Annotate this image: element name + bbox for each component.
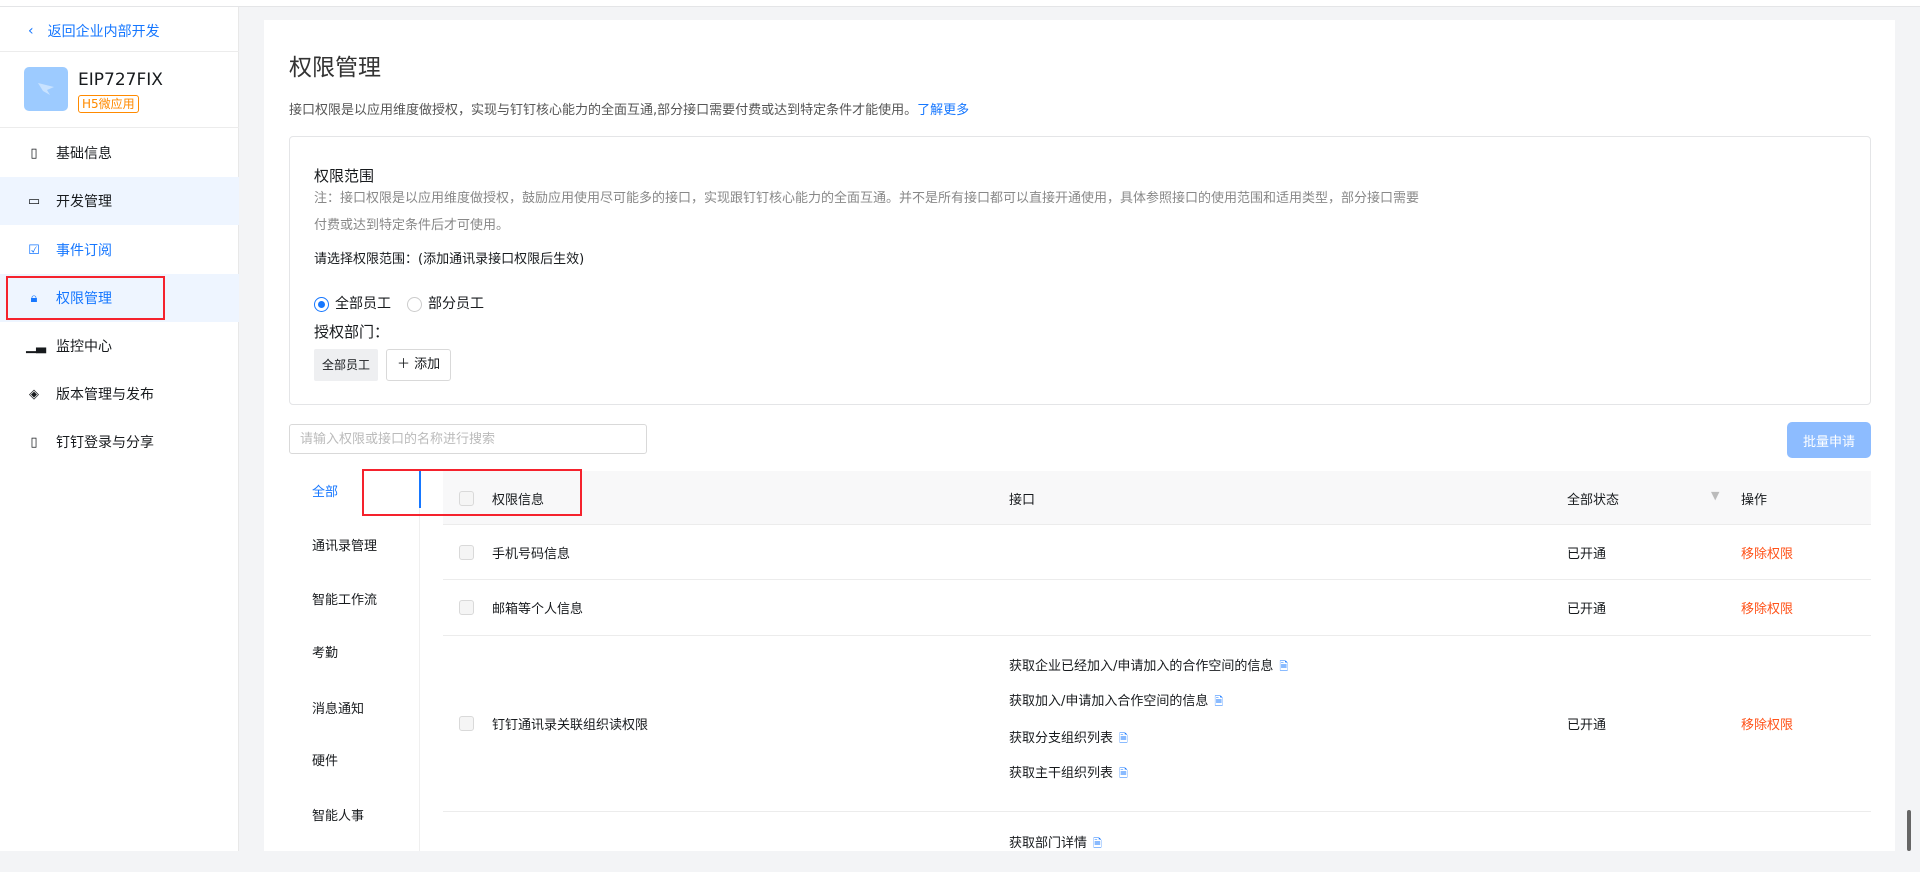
- dept-tag: 全部员工: [314, 349, 379, 381]
- api-item[interactable]: 获取企业已经加入/申请加入的合作空间的信息 🗎: [1009, 655, 1288, 677]
- remove-permission-link[interactable]: 移除权限: [1741, 598, 1793, 617]
- phone-share-icon: ▯: [30, 434, 38, 450]
- radio-unchecked-icon: [407, 296, 422, 312]
- category-all[interactable]: 全部: [312, 481, 338, 500]
- divider: [0, 127, 239, 128]
- bar-chart-icon: ▁▃: [26, 338, 46, 354]
- doc-icon[interactable]: 🗎: [1279, 660, 1288, 673]
- header-status[interactable]: 全部状态: [1567, 489, 1619, 508]
- back-link[interactable]: ‹ 返回企业内部开发: [28, 21, 160, 41]
- batch-apply-button[interactable]: 批量申请: [1787, 422, 1871, 458]
- api-item[interactable]: 获取分支组织列表 🗎: [1009, 727, 1128, 749]
- sidebar-item-dev-management[interactable]: ▭ 开发管理: [0, 177, 239, 225]
- highlight-box: [6, 276, 165, 320]
- api-item[interactable]: 获取加入/申请加入合作空间的信息 🗎: [1009, 690, 1223, 712]
- sidebar: ‹ 返回企业内部开发 EIP727FIX H5微应用 ▯ 基础信息 ▭ 开发管理 ☑ 事…: [0, 7, 239, 851]
- radio-all-employees[interactable]: 全部员工: [314, 293, 391, 313]
- status-text: 已开通: [1567, 602, 1607, 617]
- highlight-box: [362, 469, 582, 516]
- table-header: 权限信息 接口 全部状态 ▼ 操作: [443, 471, 1871, 525]
- add-dept-button[interactable]: ＋ 添加: [386, 349, 452, 381]
- doc-icon[interactable]: 🗎: [1093, 837, 1102, 850]
- top-bar: [0, 0, 1920, 7]
- document-icon: ▯: [30, 145, 38, 161]
- doc-icon[interactable]: 🗎: [1214, 695, 1223, 708]
- plus-icon: ＋: [397, 357, 415, 372]
- row-checkbox[interactable]: [459, 545, 474, 560]
- learn-more-link[interactable]: 了解更多: [917, 103, 969, 118]
- remove-permission-link[interactable]: 移除权限: [1741, 714, 1793, 733]
- row-checkbox[interactable]: [459, 600, 474, 615]
- chevron-left-icon: ‹: [28, 23, 34, 39]
- radio-checked-icon: [314, 296, 329, 312]
- api-item[interactable]: 获取主干组织列表 🗎: [1009, 762, 1128, 784]
- permission-name: 钉钉通讯录关联组织读权限: [492, 718, 649, 733]
- row-checkbox[interactable]: [459, 716, 474, 731]
- sidebar-item-login-share[interactable]: ▯ 钉钉登录与分享: [0, 418, 239, 466]
- table-row: 手机号码信息 已开通 移除权限: [443, 525, 1871, 580]
- category-contacts[interactable]: 通讯录管理: [312, 535, 377, 554]
- radio-partial-employees[interactable]: 部分员工: [407, 293, 484, 313]
- status-text: 已开通: [1567, 718, 1607, 733]
- category-divider: [419, 471, 420, 851]
- table-row: 获取部门详情 🗎: [443, 812, 1871, 872]
- status-text: 已开通: [1567, 547, 1607, 562]
- scope-card: 权限范围 注：接口权限是以应用维度做授权，鼓励应用使用尽可能多的接口，实现跟钉钉…: [289, 136, 1871, 405]
- page-description: 接口权限是以应用维度做授权，实现与钉钉核心能力的全面互通,部分接口需要付费或达到…: [289, 103, 970, 118]
- remove-permission-link[interactable]: 移除权限: [1741, 543, 1793, 562]
- sidebar-item-version-release[interactable]: ◈ 版本管理与发布: [0, 370, 239, 418]
- scrollbar[interactable]: [1907, 810, 1911, 851]
- scope-title: 权限范围: [314, 167, 375, 185]
- category-workflow[interactable]: 智能工作流: [312, 589, 377, 608]
- divider: [0, 51, 239, 52]
- page-title: 权限管理: [289, 55, 381, 81]
- category-messages[interactable]: 消息通知: [312, 698, 364, 717]
- category-hr[interactable]: 智能人事: [312, 805, 364, 824]
- category-attendance[interactable]: 考勤: [312, 642, 338, 661]
- table-row: 钉钉通讯录关联组织读权限 获取企业已经加入/申请加入的合作空间的信息 🗎 获取加入…: [443, 636, 1871, 812]
- subscribe-icon: ☑: [28, 242, 40, 258]
- layers-icon: ◈: [29, 386, 39, 402]
- table-row: 邮箱等个人信息 已开通 移除权限: [443, 580, 1871, 636]
- permission-name: 手机号码信息: [492, 547, 571, 562]
- filter-icon[interactable]: ▼: [1711, 489, 1719, 502]
- app-name: EIP727FIX: [78, 70, 163, 90]
- doc-icon[interactable]: 🗎: [1119, 767, 1128, 780]
- sidebar-item-basic-info[interactable]: ▯ 基础信息: [0, 129, 239, 177]
- app-icon: [24, 67, 68, 111]
- app-type-badge: H5微应用: [78, 95, 139, 113]
- category-hardware[interactable]: 硬件: [312, 750, 338, 769]
- permission-name: 邮箱等个人信息: [492, 602, 584, 617]
- search-input[interactable]: [289, 424, 647, 454]
- scope-select-label: 请选择权限范围：(添加通讯录接口权限后生效): [314, 252, 585, 267]
- sidebar-item-event-subscription[interactable]: ☑ 事件订阅: [0, 226, 239, 274]
- doc-icon[interactable]: 🗎: [1119, 732, 1128, 745]
- header-api: 接口: [1009, 493, 1036, 508]
- dept-label: 授权部门：: [314, 323, 390, 341]
- header-action: 操作: [1741, 493, 1768, 508]
- monitor-icon: ▭: [27, 193, 41, 209]
- scope-note: 注：接口权限是以应用维度做授权，鼓励应用使用尽可能多的接口，实现跟钉钉核心能力的…: [314, 191, 1420, 233]
- sidebar-item-monitoring[interactable]: ▁▃ 监控中心: [0, 322, 239, 370]
